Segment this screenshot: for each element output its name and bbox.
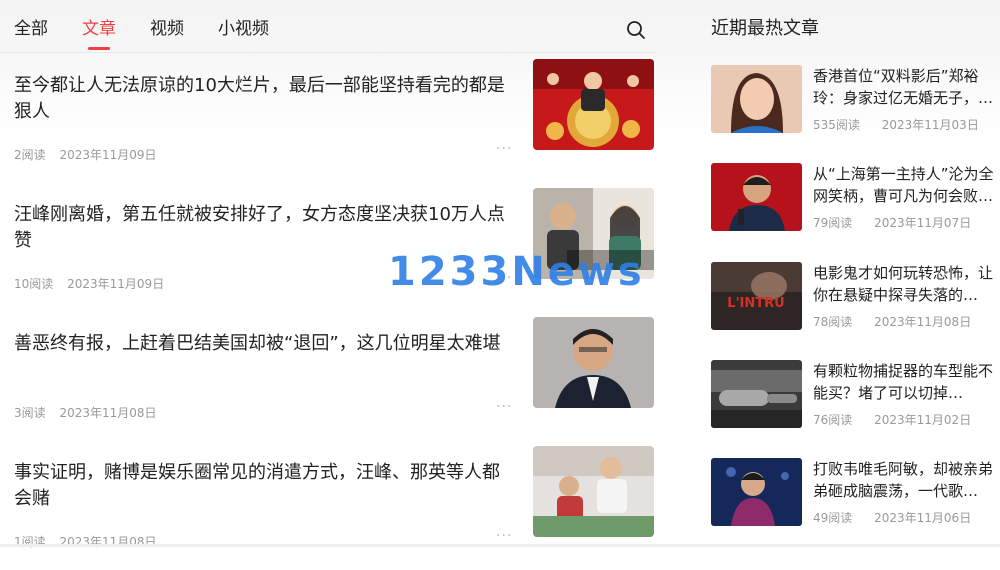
hot-article-item[interactable]: L'INTRU 电影鬼才如何玩转恐怖，让你在悬疑中探寻失落的… 78阅读 202… (711, 262, 996, 332)
article-thumbnail[interactable] (533, 317, 654, 408)
article-title[interactable]: 善恶终有报，上赶着巴结美国却被“退回”，这几位明星太难堪 (14, 331, 514, 357)
article-title[interactable]: 至今都让人无法原谅的10大烂片，最后一部能坚持看完的都是狠人 (14, 73, 514, 125)
publish-date: 2023年11月07日 (874, 216, 972, 230)
hot-article-thumbnail[interactable] (711, 360, 802, 428)
more-options-icon[interactable]: ··· (496, 528, 512, 544)
hot-article-thumbnail[interactable] (711, 65, 802, 133)
article-title[interactable]: 汪峰刚离婚，第五任就被安排好了，女方态度坚决获10万人点赞 (14, 202, 514, 254)
publish-date: 2023年11月08日 (59, 406, 157, 420)
article-item[interactable]: 事实证明，赌博是娱乐圈常见的消遣方式，汪峰、那英等人都会赌 1阅读 2023年1… (14, 446, 654, 570)
hot-article-item[interactable]: 从“上海第一主持人”沦为全网笑柄，曹可凡为何会败… 79阅读 2023年11月0… (711, 163, 996, 233)
hot-article-title[interactable]: 打败韦唯毛阿敏，却被亲弟弟砸成脑震荡，一代歌… (813, 458, 995, 502)
publish-date: 2023年11月02日 (874, 413, 972, 427)
search-icon[interactable] (624, 18, 648, 42)
publish-date: 2023年11月09日 (59, 148, 157, 162)
hot-article-item[interactable]: 打败韦唯毛阿敏，却被亲弟弟砸成脑震荡，一代歌… 49阅读 2023年11月06日 (711, 458, 996, 528)
hot-article-title[interactable]: 电影鬼才如何玩转恐怖，让你在悬疑中探寻失落的… (813, 262, 995, 306)
read-count: 2阅读 (14, 148, 46, 162)
hot-article-thumbnail[interactable]: L'INTRU (711, 262, 802, 330)
more-options-icon[interactable]: ··· (496, 141, 512, 157)
hot-article-meta: 78阅读 2023年11月08日 (813, 313, 971, 330)
site-watermark: 1233News (388, 249, 645, 295)
hot-article-title[interactable]: 从“上海第一主持人”沦为全网笑柄，曹可凡为何会败… (813, 163, 995, 207)
publish-date: 2023年11月06日 (874, 511, 972, 525)
publish-date: 2023年11月03日 (881, 118, 979, 132)
hot-article-meta: 76阅读 2023年11月02日 (813, 411, 971, 428)
tab-articles[interactable]: 文章 (82, 17, 116, 41)
article-title[interactable]: 事实证明，赌博是娱乐圈常见的消遣方式，汪峰、那英等人都会赌 (14, 460, 514, 512)
sidebar-heading: 近期最热文章 (711, 18, 819, 39)
tab-videos[interactable]: 视频 (150, 17, 184, 41)
hot-article-thumbnail[interactable] (711, 163, 802, 231)
tab-bar: 全部 文章 视频 小视频 (14, 17, 303, 41)
hot-article-title[interactable]: 有颗粒物捕捉器的车型能不能买？堵了可以切掉… (813, 360, 995, 404)
more-options-icon[interactable]: ··· (496, 399, 512, 415)
hot-article-thumbnail[interactable] (711, 458, 802, 526)
read-count: 49阅读 (813, 511, 853, 525)
hot-article-item[interactable]: 有颗粒物捕捉器的车型能不能买？堵了可以切掉… 76阅读 2023年11月02日 (711, 360, 996, 430)
article-meta: 10阅读 2023年11月09日 (14, 275, 164, 292)
tab-divider (0, 52, 655, 53)
article-meta: 1阅读 2023年11月08日 (14, 533, 157, 550)
read-count: 79阅读 (813, 216, 853, 230)
article-meta: 2阅读 2023年11月09日 (14, 146, 157, 163)
movie-title-text: L'INTRU (727, 296, 784, 311)
article-thumbnail[interactable] (533, 446, 654, 537)
hot-article-meta: 79阅读 2023年11月07日 (813, 214, 971, 231)
article-meta: 3阅读 2023年11月08日 (14, 404, 157, 421)
hot-article-meta: 49阅读 2023年11月06日 (813, 509, 971, 526)
hot-article-meta: 535阅读 2023年11月03日 (813, 116, 979, 133)
read-count: 535阅读 (813, 118, 860, 132)
read-count: 76阅读 (813, 413, 853, 427)
read-count: 78阅读 (813, 315, 853, 329)
tab-all[interactable]: 全部 (14, 17, 48, 41)
publish-date: 2023年11月08日 (874, 315, 972, 329)
read-count: 10阅读 (14, 277, 54, 291)
hot-article-title[interactable]: 香港首位“双料影后”郑裕玲：身家过亿无婚无子，… (813, 65, 995, 109)
hot-article-item[interactable]: 香港首位“双料影后”郑裕玲：身家过亿无婚无子，… 535阅读 2023年11月0… (711, 65, 996, 135)
article-thumbnail[interactable] (533, 59, 654, 150)
article-item[interactable]: 善恶终有报，上赶着巴结美国却被“退回”，这几位明星太难堪 3阅读 2023年11… (14, 317, 654, 441)
read-count: 3阅读 (14, 406, 46, 420)
tab-short-videos[interactable]: 小视频 (218, 17, 269, 41)
article-item[interactable]: 至今都让人无法原谅的10大烂片，最后一部能坚持看完的都是狠人 2阅读 2023年… (14, 59, 654, 183)
publish-date: 2023年11月09日 (67, 277, 165, 291)
